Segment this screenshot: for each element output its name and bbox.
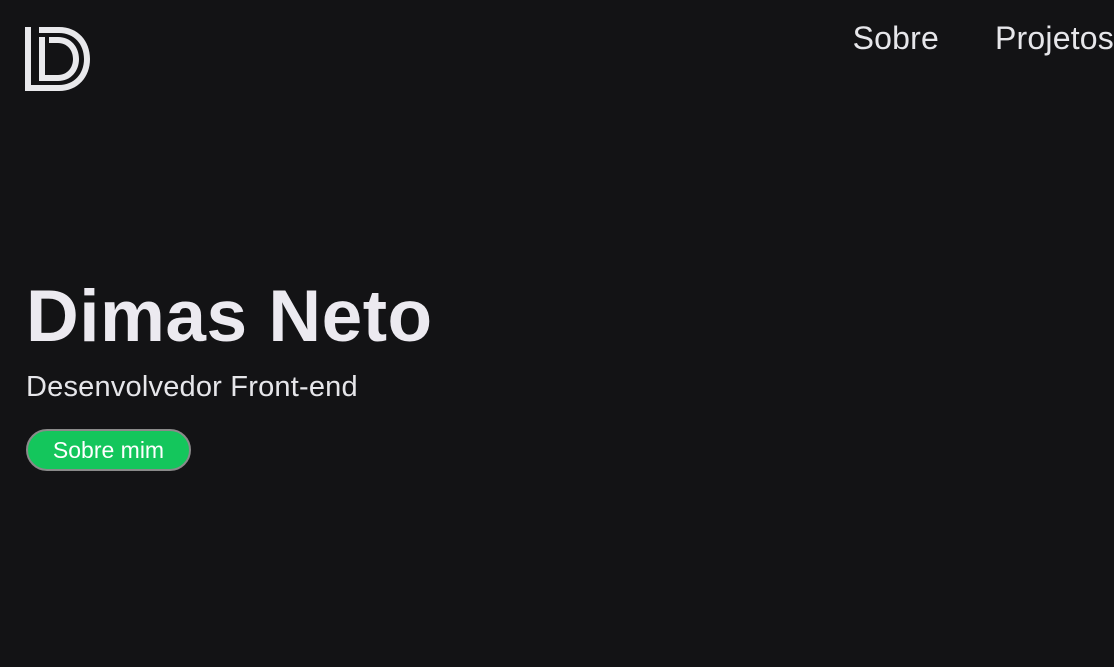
nav-link-sobre[interactable]: Sobre bbox=[853, 20, 939, 57]
main-nav: Sobre Projetos bbox=[853, 20, 1114, 57]
nav-link-projetos[interactable]: Projetos bbox=[995, 20, 1114, 57]
about-me-button[interactable]: Sobre mim bbox=[26, 429, 191, 471]
logo-icon[interactable] bbox=[25, 27, 91, 93]
hero-name: Dimas Neto bbox=[26, 276, 433, 357]
hero-section: Dimas Neto Desenvolvedor Front-end Sobre… bbox=[26, 280, 433, 471]
hero-role: Desenvolvedor Front-end bbox=[26, 371, 358, 403]
